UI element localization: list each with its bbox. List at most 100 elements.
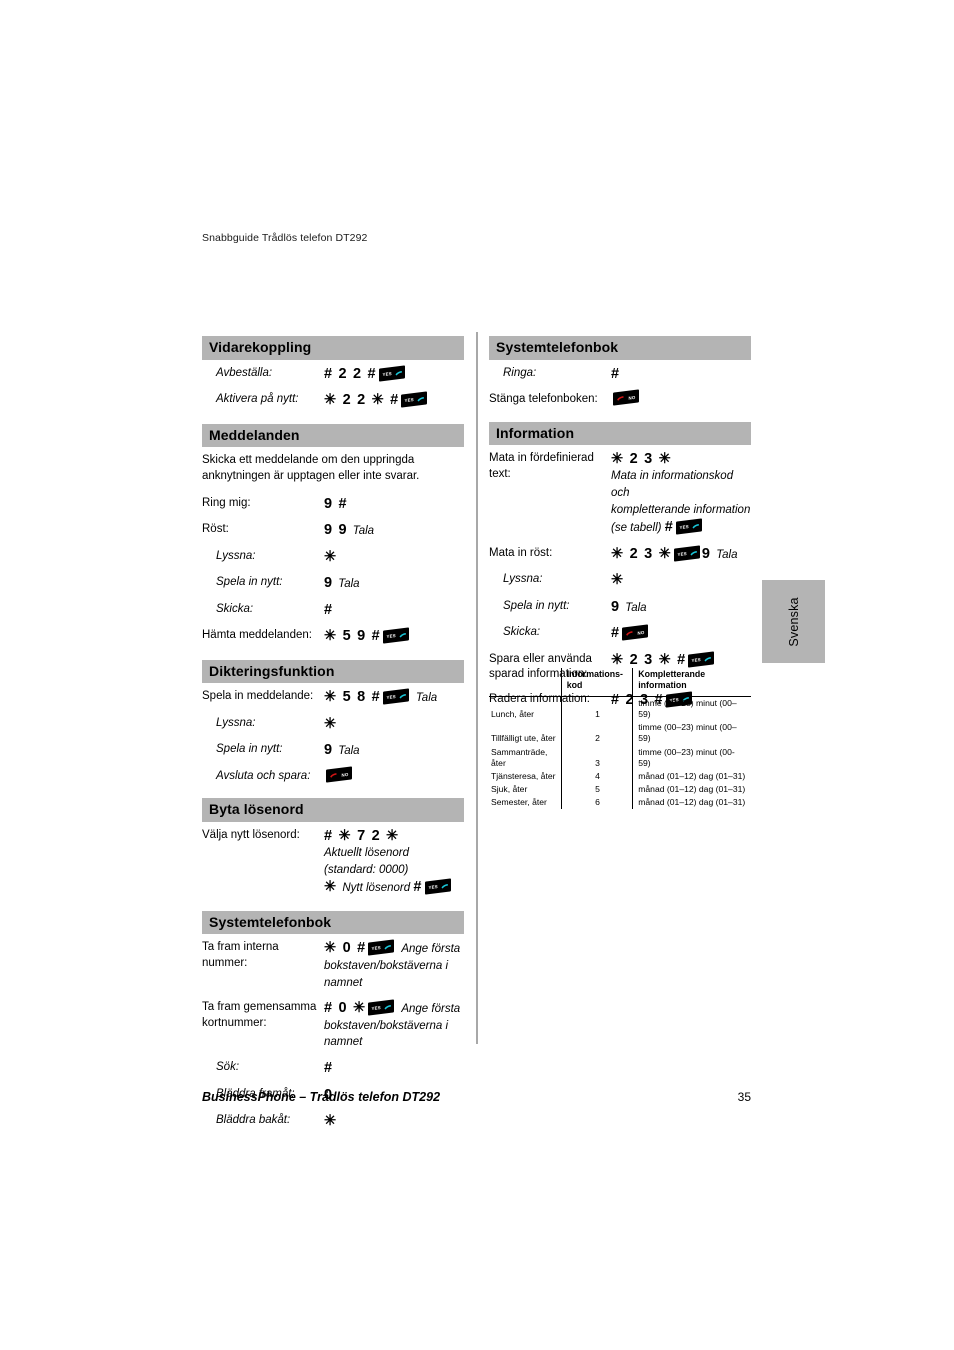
row-lyssna: Lyssna: ✳	[202, 548, 464, 567]
row-label: Skicka:	[503, 626, 541, 639]
table-cell-info: månad (01–12) dag (01–31)	[632, 769, 751, 784]
footer-title: BusinessPhone – Trådlös telefon DT292	[202, 1090, 441, 1104]
handset-glyph	[691, 524, 699, 529]
row-extra-line: Aktuellt lösenord	[324, 846, 410, 859]
row-note: Ange första	[401, 1003, 461, 1016]
row-lyssna-information: Lyssna: ✳	[489, 571, 751, 590]
row-spela-in-nytt: Spela in nytt: 9 Tala	[202, 574, 464, 593]
no-key-icon: NO	[613, 389, 639, 406]
row-code: ✳ 2 3 ✳	[611, 545, 672, 562]
row-extra-line: (standard: 0000)	[324, 863, 409, 876]
yes-key-icon: YES	[675, 518, 702, 535]
row-note: Tala	[415, 692, 438, 705]
table-row: Lunch, åter 1 timme (00–23) minut (00–59…	[489, 696, 751, 722]
row-code: # ✳ 7 2 ✳	[324, 827, 400, 844]
row-code: #	[324, 601, 334, 618]
row-label: Mata in röst:	[489, 546, 553, 559]
table-row: Tjänsteresa, åter 4 månad (01–12) dag (0…	[489, 769, 751, 784]
row-code: ✳	[324, 715, 338, 732]
row-label: Välja nytt lösenord:	[202, 828, 300, 841]
handset-glyph	[398, 694, 406, 699]
row-code: ✳ 5 9 #	[324, 628, 381, 645]
table-cell-code: 2	[560, 721, 633, 746]
row-code: #	[611, 365, 621, 382]
row-final-code: ✳	[324, 879, 338, 896]
section-header-meddelanden: Meddelanden	[202, 423, 464, 448]
row-final-note: (se tabell)	[611, 522, 662, 535]
row-mata-in-rost: Mata in röst: ✳ 2 3 ✳ YES 9 Tala	[489, 545, 751, 564]
row-code: # 2 2 #	[324, 365, 377, 382]
left-column: Vidarekoppling Avbeställa: # 2 2 # YES Ak…	[202, 336, 464, 1139]
handset-glyph	[616, 396, 623, 401]
table-cell-info: timme (00–23) minut (00–59)	[632, 696, 751, 722]
section-header-byta-losenord: Byta lösenord	[202, 798, 464, 822]
row-code: #	[611, 625, 621, 642]
table-header-blank	[489, 668, 562, 697]
row-skicka-information: Skicka: # NO	[489, 624, 751, 643]
handset-glyph	[329, 773, 336, 778]
yes-key-icon: YES	[424, 878, 451, 895]
row-note: Tala	[625, 601, 647, 614]
row-label: Lyssna:	[503, 573, 543, 586]
row-label: Röst:	[202, 523, 229, 536]
handset-glyph	[398, 633, 406, 638]
row-label: Aktivera på nytt:	[216, 393, 299, 406]
row-code: 9 #	[324, 495, 348, 512]
language-side-tab-label: Svenska	[786, 596, 801, 647]
table-row: Tillfälligt ute, åter 2 timme (00–23) mi…	[489, 721, 751, 746]
row-label: Skicka:	[216, 602, 254, 615]
row-rost: Röst: 9 9 Tala	[202, 521, 464, 540]
row-extra-line: bokstaven/bokstäverna i	[324, 1019, 449, 1032]
row-note: Tala	[352, 525, 375, 538]
row-extra-line: namnet	[324, 1036, 363, 1049]
table-cell-name: Tjänsteresa, åter	[491, 770, 556, 781]
table-cell-name: Semester, åter	[491, 797, 547, 808]
handset-glyph	[384, 1005, 391, 1010]
row-sok: Sök: #	[202, 1059, 464, 1078]
row-label: Lyssna:	[216, 716, 256, 729]
row-label: Spela in nytt:	[503, 599, 570, 612]
no-key-icon: NO	[622, 624, 649, 641]
section-header-dikteringsfunktion: Dikteringsfunktion	[202, 659, 464, 684]
row-final-note: Nytt lösenord	[342, 882, 411, 895]
section-header-systemtelefonbok-left: Systemtelefonbok	[202, 910, 464, 935]
handset-glyph	[625, 631, 633, 637]
table-cell-name: Sammanträde, åter	[491, 746, 548, 768]
row-code: ✳	[611, 572, 625, 589]
table-row: Sjuk, åter 5 månad (01–12) dag (01–31)	[489, 783, 751, 797]
table-cell-info: timme (00–23) minut (00–59)	[632, 721, 751, 746]
right-column: Systemtelefonbok Ringa: # Stänga telefon…	[489, 336, 751, 717]
language-side-tab: Svenska	[762, 580, 825, 663]
row-code: ✳ 2 3 ✳	[611, 451, 672, 468]
section-header-systemtelefonbok-right: Systemtelefonbok	[489, 336, 751, 360]
table-cell-code: 3	[560, 745, 633, 770]
yes-key-icon: YES	[401, 391, 428, 408]
information-code-table: Informations- kod Kompletterande informa…	[489, 668, 751, 810]
row-skicka: Skicka: #	[202, 601, 464, 620]
row-code: # 0 ✳	[324, 1000, 367, 1017]
handset-glyph	[417, 397, 424, 402]
table-header-info: Kompletterande information	[632, 668, 751, 697]
row-lyssna-diktering: Lyssna: ✳	[202, 715, 464, 734]
row-label: Lyssna:	[216, 549, 256, 562]
section-header-information: Information	[489, 421, 751, 446]
row-spela-in-meddelande: Spela in meddelande: ✳ 5 8 # YES Tala	[202, 688, 464, 707]
row-bladdra-bakat: Bläddra bakåt: ✳	[202, 1112, 464, 1131]
row-mata-in-fordefinierad-text: Mata in fördefinierad text: ✳ 2 3 ✳ Mata…	[489, 450, 751, 537]
row-label: Mata in fördefinierad text:	[489, 452, 594, 480]
yes-key-icon: YES	[688, 651, 715, 668]
row-valja-nytt-losenord: Välja nytt lösenord: # ✳ 7 2 ✳ Aktuellt …	[202, 827, 464, 897]
table-cell-info: timme (00–23) minut (00-59)	[632, 745, 751, 770]
row-label: Ta fram gemensamma kortnummer:	[202, 1001, 317, 1029]
table-cell-code: 4	[560, 769, 633, 784]
row-code: ✳ 0 #	[324, 940, 367, 957]
table-cell-info: månad (01–12) dag (01–31)	[632, 783, 751, 797]
row-code: 9 9	[324, 522, 348, 539]
row-label: Spela in nytt:	[216, 743, 283, 756]
table-cell-code: 1	[560, 696, 633, 722]
row-label: Spela in meddelande:	[202, 690, 314, 703]
table-header-code: Informations- kod	[560, 668, 633, 697]
row-ta-fram-gemensamma-kortnummer: Ta fram gemensamma kortnummer: # 0 ✳ YES A…	[202, 999, 464, 1051]
row-ta-fram-interna-nummer: Ta fram interna nummer: ✳ 0 # YES Ange för…	[202, 939, 464, 991]
row-ring-mig: Ring mig: 9 #	[202, 495, 464, 514]
